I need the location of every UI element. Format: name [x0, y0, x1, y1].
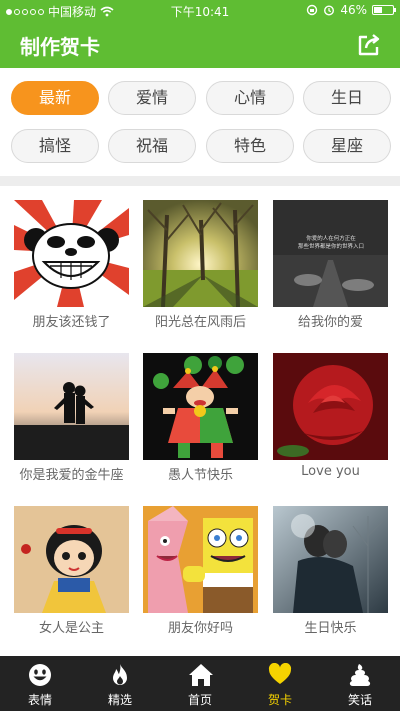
smiley-icon — [29, 664, 51, 686]
poop-icon — [349, 664, 371, 686]
page-title: 制作贺卡 — [20, 35, 100, 59]
tab-label: 贺卡 — [267, 693, 292, 707]
category-chip[interactable]: 心情 — [206, 81, 294, 115]
card-thumbnail-rose — [273, 353, 388, 460]
tab-bar: 表情 精选 首页 贺卡 笑话 — [0, 656, 400, 711]
card-item[interactable]: 朋友该还钱了 — [14, 200, 129, 330]
rotation-lock-icon — [307, 4, 318, 16]
card-item[interactable]: 愚人节快乐 — [143, 353, 258, 483]
tab-label: 笑话 — [347, 693, 372, 707]
share-icon[interactable] — [356, 32, 382, 58]
category-chips: 最新 爱情 心情 生日 搞怪 祝福 特色 星座 — [0, 68, 400, 176]
status-right: 46% — [306, 3, 396, 17]
category-chip[interactable]: 生日 — [303, 81, 391, 115]
heart-icon — [268, 663, 292, 684]
card-item[interactable]: 阳光总在风雨后 — [143, 200, 258, 330]
alarm-icon — [324, 5, 335, 16]
card-caption: 给我你的爱 — [297, 315, 363, 330]
card-caption: 阳光总在风雨后 — [154, 315, 246, 330]
tab-heka[interactable]: 贺卡 — [240, 656, 320, 711]
card-caption: 朋友你好吗 — [167, 621, 233, 636]
battery-percent: 46% — [340, 3, 367, 17]
home-icon — [189, 664, 213, 686]
tab-xiaohua[interactable]: 笑话 — [320, 656, 400, 711]
card-thumbnail-road: 你爱的人在何方正在 那些世界都是你的世界入口 — [273, 200, 388, 307]
card-thumbnail-princess — [14, 506, 129, 613]
card-caption: 生日快乐 — [304, 621, 357, 636]
card-thumbnail-spongebob — [143, 506, 258, 613]
battery-icon — [372, 5, 396, 15]
status-bar: 中国移动 下午10:41 46% — [0, 0, 400, 22]
category-chip[interactable]: 祝福 — [108, 129, 196, 163]
card-caption: Love you — [301, 464, 360, 479]
category-chip[interactable]: 特色 — [206, 129, 294, 163]
category-chip[interactable]: 星座 — [303, 129, 391, 163]
card-item[interactable]: 你是我爱的金牛座 — [14, 353, 129, 483]
card-thumbnail-kiss — [273, 506, 388, 613]
tab-jingxuan[interactable]: 精选 — [80, 656, 160, 711]
card-item[interactable]: 生日快乐 — [273, 506, 388, 636]
tab-label: 精选 — [107, 693, 132, 707]
card-thumbnail-couple — [14, 353, 129, 460]
category-chip[interactable]: 搞怪 — [11, 129, 99, 163]
card-item[interactable]: 朋友你好吗 — [143, 506, 258, 636]
tab-label: 表情 — [27, 693, 52, 707]
card-item[interactable]: Love you — [273, 353, 388, 479]
tab-label: 首页 — [187, 693, 212, 707]
card-image-text: 你爱的人在何方正在 — [306, 234, 356, 242]
card-thumbnail-forest — [143, 200, 258, 307]
top-bar: 中国移动 下午10:41 46% 制作贺卡 — [0, 0, 400, 68]
card-caption: 朋友该还钱了 — [32, 315, 111, 330]
card-caption: 愚人节快乐 — [167, 468, 233, 483]
card-image-text: 那些世界都是你的世界入口 — [298, 242, 364, 250]
category-chip[interactable]: 爱情 — [108, 81, 196, 115]
category-chip[interactable]: 最新 — [11, 81, 99, 115]
card-caption: 你是我爱的金牛座 — [19, 468, 124, 483]
tab-shouye[interactable]: 首页 — [160, 656, 240, 711]
section-divider — [0, 176, 400, 186]
flame-icon — [113, 664, 127, 685]
card-item[interactable]: 女人是公主 — [14, 506, 129, 636]
card-thumbnail-panda — [14, 200, 129, 307]
nav-bar: 制作贺卡 — [0, 22, 400, 68]
card-thumbnail-jester — [143, 353, 258, 460]
card-caption: 女人是公主 — [38, 621, 104, 636]
tab-biaoqing[interactable]: 表情 — [0, 656, 80, 711]
card-item[interactable]: 你爱的人在何方正在 那些世界都是你的世界入口 给我你的爱 — [273, 200, 388, 330]
battery-fill — [374, 7, 382, 13]
